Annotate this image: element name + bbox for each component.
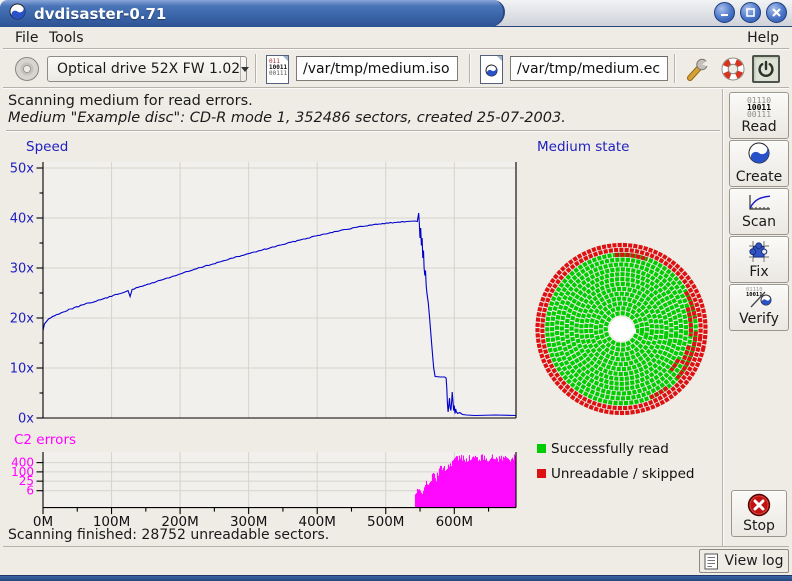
iso-file-input[interactable] (296, 56, 458, 81)
preferences-wrench-button[interactable] (684, 55, 711, 86)
create-yinyang-icon (748, 142, 770, 168)
legend-swatch (537, 469, 546, 478)
window-title: dvdisaster-0.71 (34, 5, 166, 23)
svg-text:20x: 20x (10, 312, 35, 327)
menu-tools[interactable]: Tools (45, 29, 88, 47)
verify-button-label: Verify (739, 311, 779, 327)
svg-text:10x: 10x (10, 362, 35, 377)
quit-power-button[interactable] (752, 55, 780, 83)
verify-icon: 01110 10011 (746, 288, 772, 310)
verify-button[interactable]: 01110 10011 Verify (729, 284, 789, 331)
legend-swatch (537, 444, 546, 453)
view-log-label: View log (724, 553, 783, 569)
read-icon: 01110 10011 00111 (747, 97, 771, 118)
scan-button[interactable]: Scan (729, 188, 789, 235)
stop-icon (747, 493, 771, 517)
menubar: File Tools Help (3, 27, 789, 49)
create-button-label: Create (736, 169, 783, 185)
svg-text:0x: 0x (18, 412, 34, 427)
iso-file-icon: 0111001100111 (266, 55, 289, 84)
charts-canvas: 0x10x20x30x40x50x6251004000M100M200M300M… (0, 135, 722, 531)
read-button-label: Read (741, 119, 776, 135)
titlebar[interactable]: dvdisaster-0.71 (0, 0, 792, 27)
menu-help[interactable]: Help (743, 29, 783, 47)
app-yinyang-icon (9, 3, 26, 24)
medium-state-title: Medium state (537, 139, 629, 155)
chevron-down-icon (240, 57, 249, 81)
help-lifebelt-button[interactable] (719, 55, 747, 86)
speed-chart-title: Speed (26, 139, 68, 155)
toolbar: Optical drive 52X FW 1.02 0111001100111 (3, 50, 789, 88)
window-border-bottom (0, 575, 792, 581)
fix-button-label: Fix (749, 264, 768, 280)
sidebar-separator (722, 89, 723, 546)
drive-selector-value: Optical drive 52X FW 1.02 (48, 61, 240, 77)
log-icon (704, 553, 719, 570)
svg-text:600M: 600M (436, 514, 473, 530)
toolbar-separator (674, 54, 675, 83)
lifebelt-icon (719, 55, 747, 83)
status-line-1: Scanning medium for read errors. (8, 93, 253, 109)
stop-button-label: Stop (743, 518, 775, 534)
medium-state-disc (521, 228, 722, 429)
svg-text:40x: 40x (10, 212, 35, 227)
minimize-button[interactable] (714, 2, 735, 23)
scan-icon (746, 193, 772, 213)
legend-label: Successfully read (551, 441, 669, 457)
menu-file[interactable]: File (11, 29, 42, 47)
fix-button[interactable]: Fix (729, 236, 789, 283)
ecc-file-input[interactable] (510, 56, 668, 81)
create-button[interactable]: Create (729, 140, 789, 187)
scan-button-label: Scan (742, 214, 776, 230)
status-line-2: Medium "Example disc": CD-R mode 1, 3524… (8, 110, 566, 126)
view-log-button[interactable]: View log (699, 549, 789, 573)
svg-text:400: 400 (11, 456, 34, 470)
drive-selector[interactable]: Optical drive 52X FW 1.02 (47, 56, 247, 82)
puzzle-piece-icon (747, 240, 771, 263)
close-button[interactable] (766, 2, 787, 23)
toolbar-separator (255, 54, 256, 83)
ecc-yinyang-glyph (485, 62, 498, 81)
ecc-file-icon (480, 55, 503, 84)
log-bar: View log (3, 547, 789, 575)
titlebar-tab: dvdisaster-0.71 (0, 0, 505, 27)
svg-text:50x: 50x (10, 162, 35, 177)
app-window: dvdisaster-0.71 File Tools Help Optical … (0, 0, 792, 581)
legend-label: Unreadable / skipped (551, 466, 694, 482)
power-icon (756, 59, 776, 79)
maximize-button[interactable] (740, 2, 761, 23)
optical-drive-icon (14, 56, 40, 86)
separator (6, 130, 720, 131)
footer-status: Scanning finished: 28752 unreadable sect… (8, 527, 329, 543)
toolbar-separator (469, 54, 470, 83)
disc-hub-notch (630, 329, 637, 334)
svg-text:30x: 30x (10, 262, 35, 277)
svg-text:500M: 500M (367, 514, 404, 530)
read-button[interactable]: 01110 10011 00111 Read (729, 92, 789, 139)
c2-chart-title: C2 errors (14, 432, 76, 448)
stop-button[interactable]: Stop (731, 490, 787, 537)
wrench-icon (684, 55, 711, 83)
